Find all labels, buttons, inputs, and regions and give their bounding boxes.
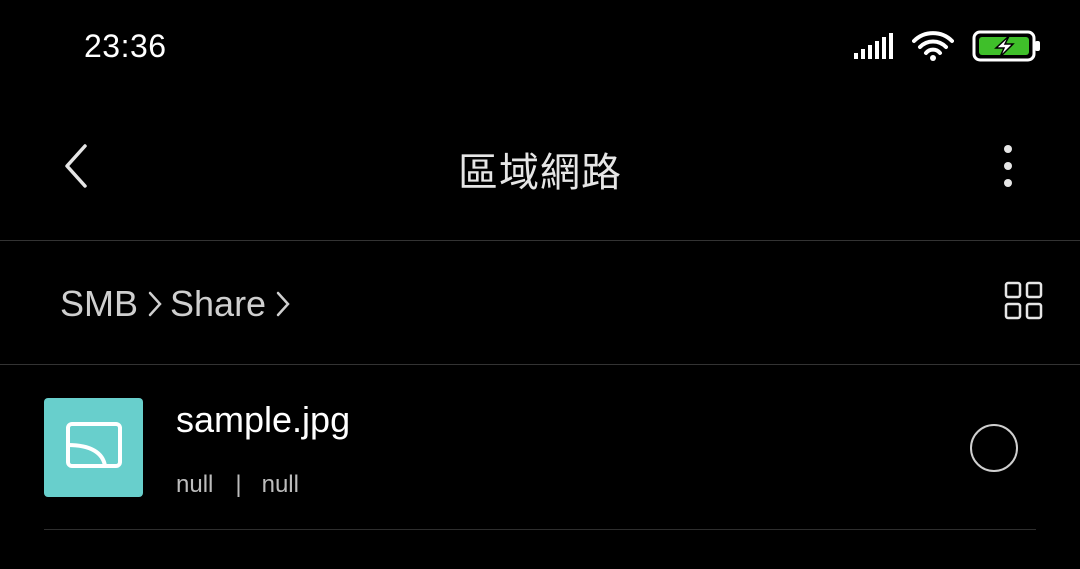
more-vertical-icon: [1003, 144, 1013, 193]
breadcrumb-bar: SMB Share: [0, 241, 1080, 364]
grid-view-icon: [1004, 281, 1044, 325]
breadcrumb-item-smb[interactable]: SMB: [60, 283, 138, 325]
status-time: 23:36: [84, 28, 167, 64]
chevron-right-icon: [276, 291, 290, 317]
row-divider: [44, 529, 1036, 530]
status-icons: [854, 28, 1042, 68]
image-file-icon: [65, 421, 123, 474]
file-list-item[interactable]: sample.jpg null | null: [0, 365, 1080, 529]
select-checkbox[interactable]: [970, 424, 1018, 472]
status-bar: 23:36: [0, 0, 1080, 96]
meta-separator: |: [235, 471, 242, 498]
file-meta: null | null: [176, 471, 299, 499]
battery-charging-icon: [972, 30, 1042, 67]
file-thumbnail: [44, 398, 143, 497]
page-title: 區域網路: [458, 150, 622, 196]
file-date: null: [176, 471, 214, 498]
file-name: sample.jpg: [176, 399, 351, 440]
chevron-right-icon: [148, 291, 162, 317]
signal-icon: [854, 32, 894, 64]
view-toggle-button[interactable]: [1004, 281, 1044, 321]
breadcrumb-item-share[interactable]: Share: [170, 283, 266, 325]
header: 區域網路: [0, 96, 1080, 240]
more-options-button[interactable]: [984, 140, 1032, 196]
file-size: null: [261, 471, 299, 498]
breadcrumb: SMB Share: [60, 283, 298, 325]
wifi-icon: [912, 30, 954, 67]
